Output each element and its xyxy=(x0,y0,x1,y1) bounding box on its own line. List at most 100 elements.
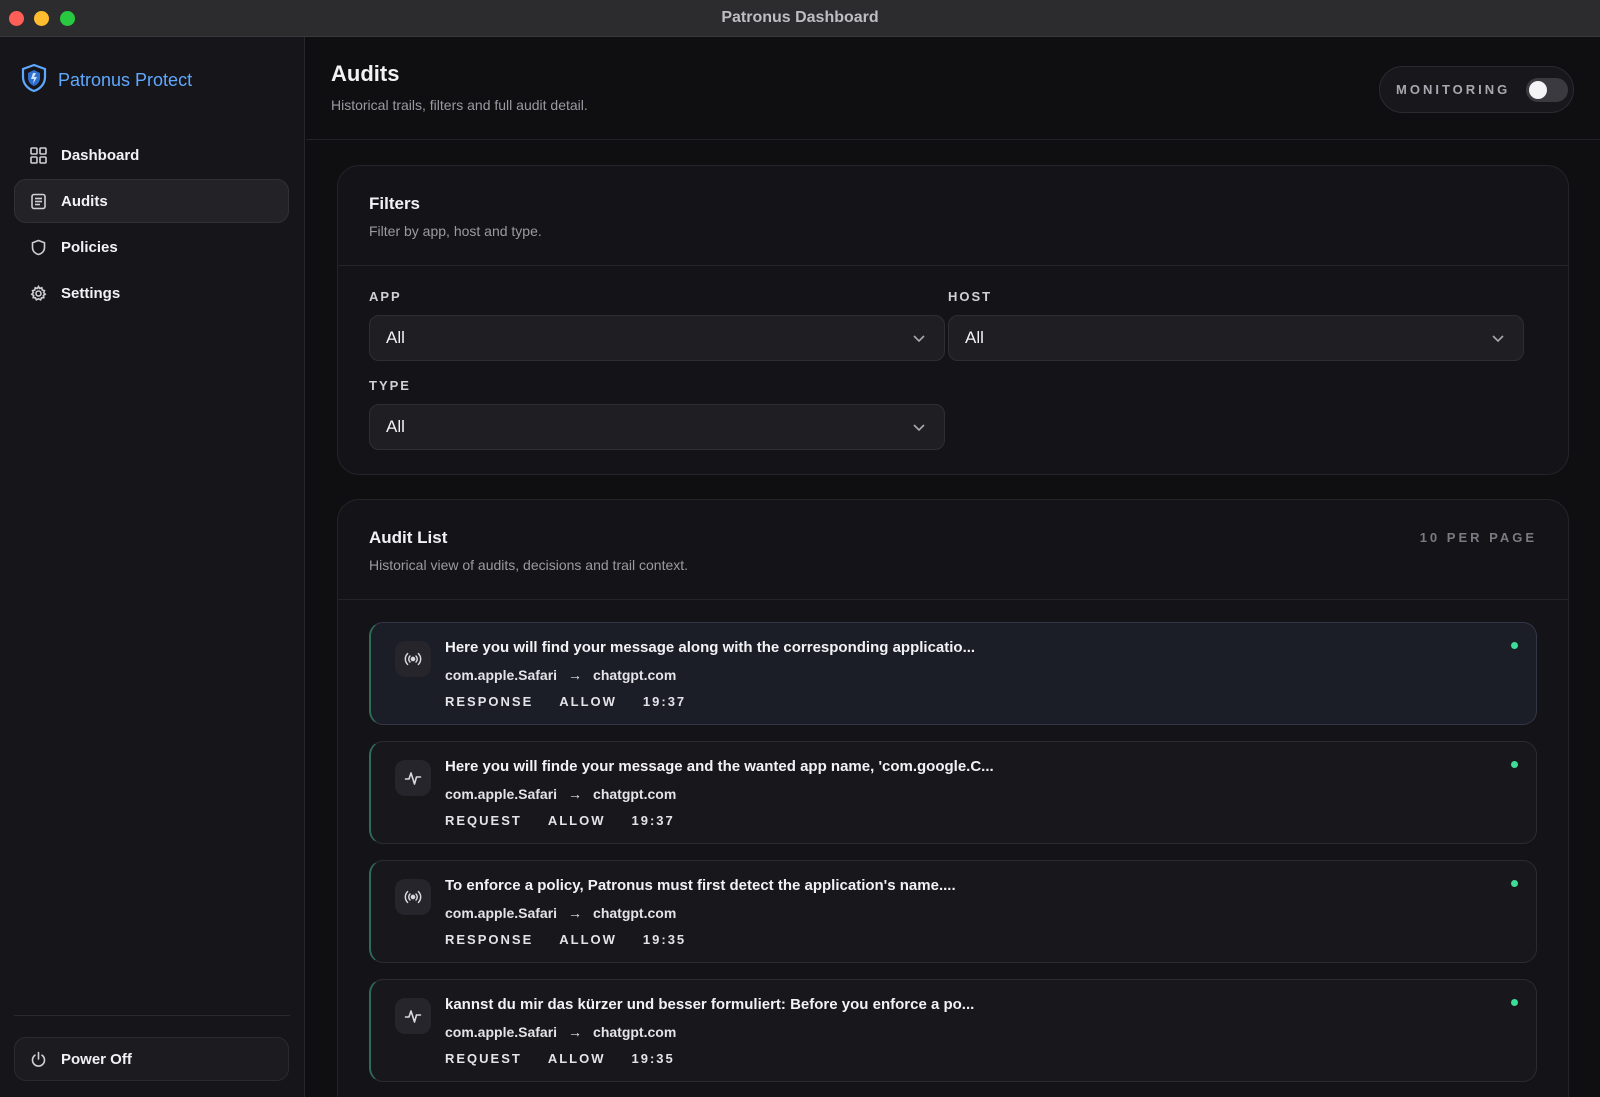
pulse-icon xyxy=(395,998,431,1034)
gear-icon xyxy=(29,284,47,302)
audit-host: chatgpt.com xyxy=(593,905,677,921)
sidebar-item-settings[interactable]: Settings xyxy=(14,271,289,315)
host-filter-label: HOST xyxy=(948,289,993,304)
audit-list-subtitle: Historical view of audits, decisions and… xyxy=(369,557,689,573)
chevron-down-icon xyxy=(912,420,926,434)
sidebar-item-label: Audits xyxy=(61,192,108,210)
audit-time: 19:35 xyxy=(642,932,687,947)
sidebar: Patronus Protect Dashboard Audits Polici… xyxy=(0,37,305,1097)
shield-logo-icon xyxy=(20,63,48,98)
monitoring-label: MONITORING xyxy=(1396,82,1511,97)
arrow-right-icon: → xyxy=(568,1024,583,1040)
audit-host: chatgpt.com xyxy=(593,786,677,802)
sidebar-item-label: Settings xyxy=(61,284,121,302)
sidebar-item-policies[interactable]: Policies xyxy=(14,225,289,269)
app-filter-select[interactable]: All xyxy=(369,315,945,361)
page-header: Audits Historical trails, filters and fu… xyxy=(306,37,1600,140)
sidebar-item-audits[interactable]: Audits xyxy=(14,179,289,223)
audit-decision: ALLOW xyxy=(547,1051,606,1066)
chevron-down-icon xyxy=(1491,331,1505,345)
status-dot xyxy=(1511,880,1518,887)
sidebar-nav: Dashboard Audits Policies Settings xyxy=(14,133,289,317)
audit-route: com.apple.Safari → chatgpt.com xyxy=(445,667,676,683)
type-filter-select[interactable]: All xyxy=(369,404,945,450)
audit-list-item[interactable]: To enforce a policy, Patronus must first… xyxy=(369,860,1537,963)
monitoring-control: MONITORING xyxy=(1379,66,1574,113)
audit-list-card: Audit List Historical view of audits, de… xyxy=(337,499,1569,1097)
sidebar-item-label: Policies xyxy=(61,238,118,256)
audit-route: com.apple.Safari → chatgpt.com xyxy=(445,905,676,921)
per-page-label: 10 PER PAGE xyxy=(1419,530,1537,545)
arrow-right-icon: → xyxy=(568,667,583,683)
audit-decision: ALLOW xyxy=(547,813,606,828)
broadcast-icon xyxy=(395,641,431,677)
filters-subtitle: Filter by app, host and type. xyxy=(369,223,542,239)
audit-app: com.apple.Safari xyxy=(445,905,558,921)
audit-meta: RESPONSE ALLOW 19:37 xyxy=(445,694,686,709)
pulse-icon xyxy=(395,760,431,796)
grid-icon xyxy=(29,146,47,164)
audit-kind: RESPONSE xyxy=(445,932,534,947)
type-filter-label: TYPE xyxy=(369,378,411,393)
shield-icon xyxy=(29,238,47,256)
type-filter-value: All xyxy=(386,417,405,436)
audit-list-item[interactable]: Here you will finde your message and the… xyxy=(369,741,1537,844)
audit-decision: ALLOW xyxy=(559,694,617,709)
monitoring-toggle[interactable] xyxy=(1526,77,1569,102)
window-title: Patronus Dashboard xyxy=(721,9,879,26)
audit-kind: REQUEST xyxy=(445,1051,522,1066)
brand[interactable]: Patronus Protect xyxy=(20,63,193,98)
audit-time: 19:37 xyxy=(642,694,687,709)
status-dot xyxy=(1511,642,1518,649)
filters-title: Filters xyxy=(369,194,421,213)
broadcast-icon xyxy=(395,879,431,915)
audit-meta: REQUEST ALLOW 19:37 xyxy=(445,813,675,828)
app-filter-value: All xyxy=(386,328,405,347)
audit-route: com.apple.Safari → chatgpt.com xyxy=(445,786,676,802)
list-icon xyxy=(29,192,47,210)
audit-app: com.apple.Safari xyxy=(445,786,558,802)
audit-list-item[interactable]: Here you will find your message along wi… xyxy=(369,622,1537,725)
audit-message: Here you will find your message along wi… xyxy=(445,639,976,656)
power-off-button[interactable]: Power Off xyxy=(14,1037,289,1081)
audit-message: To enforce a policy, Patronus must first… xyxy=(445,877,956,894)
audit-app: com.apple.Safari xyxy=(445,1024,558,1040)
app-window: Patronus Dashboard Patronus Protect Dash… xyxy=(0,0,1600,1097)
title-bar: Patronus Dashboard xyxy=(0,0,1600,37)
status-dot xyxy=(1511,761,1518,768)
host-filter-value: All xyxy=(965,328,984,347)
audit-list-title: Audit List xyxy=(369,528,448,547)
arrow-right-icon: → xyxy=(568,786,583,802)
audit-time: 19:37 xyxy=(631,813,675,828)
power-icon xyxy=(29,1050,47,1068)
audit-decision: ALLOW xyxy=(559,932,617,947)
audit-list-header: Audit List Historical view of audits, de… xyxy=(338,500,1568,600)
arrow-right-icon: → xyxy=(568,905,583,921)
toggle-knob xyxy=(1529,80,1548,99)
audit-list-item[interactable]: kannst du mir das kürzer und besser form… xyxy=(369,979,1537,1082)
power-off-label: Power Off xyxy=(61,1050,132,1068)
audit-message: kannst du mir das kürzer und besser form… xyxy=(445,996,975,1013)
host-filter-select[interactable]: All xyxy=(948,315,1524,361)
sidebar-item-label: Dashboard xyxy=(61,146,140,164)
status-dot xyxy=(1511,999,1518,1006)
audit-meta: RESPONSE ALLOW 19:35 xyxy=(445,932,686,947)
audit-time: 19:35 xyxy=(631,1051,675,1066)
audit-route: com.apple.Safari → chatgpt.com xyxy=(445,1024,676,1040)
audit-app: com.apple.Safari xyxy=(445,667,558,683)
audit-kind: RESPONSE xyxy=(445,694,534,709)
sidebar-item-dashboard[interactable]: Dashboard xyxy=(14,133,289,177)
sidebar-divider xyxy=(14,1015,290,1016)
filters-header: Filters Filter by app, host and type. xyxy=(338,166,1568,266)
audit-kind: REQUEST xyxy=(445,813,522,828)
main-content: Audits Historical trails, filters and fu… xyxy=(306,37,1600,1097)
audit-host: chatgpt.com xyxy=(593,667,677,683)
brand-name: Patronus Protect xyxy=(58,69,193,90)
page-subtitle: Historical trails, filters and full audi… xyxy=(331,97,588,113)
audit-message: Here you will finde your message and the… xyxy=(445,758,994,775)
chevron-down-icon xyxy=(912,331,926,345)
audit-host: chatgpt.com xyxy=(593,1024,677,1040)
filters-card: Filters Filter by app, host and type. AP… xyxy=(337,165,1569,475)
audit-meta: REQUEST ALLOW 19:35 xyxy=(445,1051,675,1066)
app-filter-label: APP xyxy=(369,289,402,304)
